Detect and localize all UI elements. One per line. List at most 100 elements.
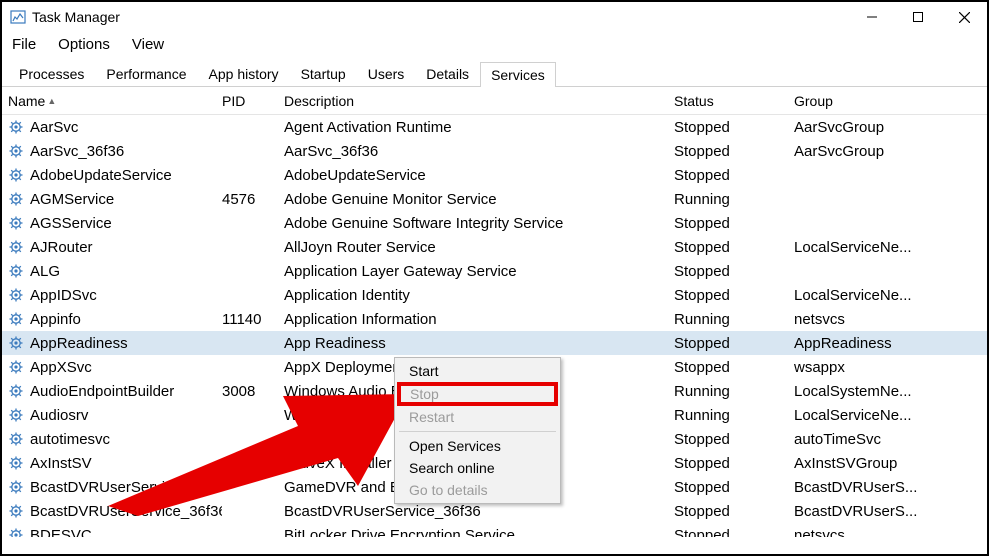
service-description: AdobeUpdateService bbox=[284, 167, 674, 184]
service-name: AarSvc_36f36 bbox=[30, 143, 124, 160]
app-icon bbox=[10, 9, 26, 25]
service-name: BcastDVRUserService bbox=[30, 479, 181, 496]
service-status: Stopped bbox=[674, 335, 794, 352]
service-pid: 11140 bbox=[222, 311, 284, 328]
service-row[interactable]: AJRouter AllJoyn Router ServiceStoppedLoc… bbox=[2, 235, 987, 259]
titlebar: Task Manager bbox=[2, 2, 987, 32]
service-name: AppReadiness bbox=[30, 335, 128, 352]
tab-processes[interactable]: Processes bbox=[8, 61, 95, 86]
service-gear-icon bbox=[8, 503, 24, 519]
service-status: Stopped bbox=[674, 479, 794, 496]
service-description: BitLocker Drive Encryption Service bbox=[284, 527, 674, 538]
service-gear-icon bbox=[8, 239, 24, 255]
menu-options[interactable]: Options bbox=[54, 34, 114, 55]
column-status[interactable]: Status bbox=[674, 93, 794, 109]
ctx-go-to-details[interactable]: Go to details bbox=[397, 479, 558, 501]
menu-file[interactable]: File bbox=[8, 34, 40, 55]
service-name: BcastDVRUserService_36f36 bbox=[30, 503, 222, 520]
column-pid[interactable]: PID bbox=[222, 93, 284, 109]
service-name: AGMService bbox=[30, 191, 114, 208]
ctx-search-online[interactable]: Search online bbox=[397, 457, 558, 479]
tab-details[interactable]: Details bbox=[415, 61, 480, 86]
menubar: File Options View bbox=[2, 32, 987, 61]
service-group: LocalServiceNe... bbox=[794, 407, 987, 424]
column-headers: Name▲ PID Description Status Group bbox=[2, 87, 987, 115]
service-row[interactable]: BDESVCBitLocker Drive Encryption Service… bbox=[2, 523, 987, 537]
service-name: AJRouter bbox=[30, 239, 93, 256]
service-pid: 4576 bbox=[222, 191, 284, 208]
service-gear-icon bbox=[8, 479, 24, 495]
menu-view[interactable]: View bbox=[128, 34, 168, 55]
service-row[interactable]: ALG Application Layer Gateway ServiceStop… bbox=[2, 259, 987, 283]
service-group: BcastDVRUserS... bbox=[794, 503, 987, 520]
service-description: AarSvc_36f36 bbox=[284, 143, 674, 160]
service-status: Stopped bbox=[674, 287, 794, 304]
service-status: Stopped bbox=[674, 215, 794, 232]
service-row[interactable]: AdobeUpdateServiceAdobeUpdateServiceStop… bbox=[2, 163, 987, 187]
service-gear-icon bbox=[8, 455, 24, 471]
service-gear-icon bbox=[8, 167, 24, 183]
service-gear-icon bbox=[8, 431, 24, 447]
service-name: AppXSvc bbox=[30, 359, 92, 376]
service-row[interactable]: AarSvc_36f36AarSvc_36f36StoppedAarSvcGro… bbox=[2, 139, 987, 163]
service-description: Application Information bbox=[284, 311, 674, 328]
maximize-button[interactable] bbox=[895, 2, 941, 32]
tab-startup[interactable]: Startup bbox=[290, 61, 357, 86]
tab-services[interactable]: Services bbox=[480, 62, 556, 87]
tab-performance[interactable]: Performance bbox=[95, 61, 197, 86]
service-status: Running bbox=[674, 383, 794, 400]
service-row[interactable]: AppReadinessApp ReadinessStoppedAppReadi… bbox=[2, 331, 987, 355]
column-name[interactable]: Name▲ bbox=[2, 93, 222, 109]
service-row[interactable]: AppIDSvcApplication IdentityStoppedLocal… bbox=[2, 283, 987, 307]
tab-users[interactable]: Users bbox=[357, 61, 416, 86]
separator bbox=[399, 431, 556, 432]
close-button[interactable] bbox=[941, 2, 987, 32]
service-group: LocalServiceNe... bbox=[794, 239, 987, 256]
service-gear-icon bbox=[8, 407, 24, 423]
tab-bar: ProcessesPerformanceApp historyStartupUs… bbox=[2, 61, 987, 87]
column-group[interactable]: Group bbox=[794, 93, 969, 109]
service-name: Appinfo bbox=[30, 311, 81, 328]
service-gear-icon bbox=[8, 119, 24, 135]
ctx-restart[interactable]: Restart bbox=[397, 406, 558, 428]
service-name: AGSService bbox=[30, 215, 112, 232]
service-gear-icon bbox=[8, 215, 24, 231]
service-group: autoTimeSvc bbox=[794, 431, 987, 448]
ctx-start[interactable]: Start bbox=[397, 360, 558, 382]
service-name: Audiosrv bbox=[30, 407, 88, 424]
service-status: Stopped bbox=[674, 359, 794, 376]
service-row[interactable]: AGSServiceAdobe Genuine Software Integri… bbox=[2, 211, 987, 235]
service-group: LocalServiceNe... bbox=[794, 287, 987, 304]
ctx-stop[interactable]: Stop bbox=[397, 382, 558, 406]
minimize-button[interactable] bbox=[849, 2, 895, 32]
service-name: autotimesvc bbox=[30, 431, 110, 448]
service-status: Stopped bbox=[674, 431, 794, 448]
column-description[interactable]: Description bbox=[284, 93, 674, 109]
service-group: BcastDVRUserS... bbox=[794, 479, 987, 496]
sort-indicator-icon: ▲ bbox=[47, 96, 56, 106]
ctx-open-services[interactable]: Open Services bbox=[397, 435, 558, 457]
window-controls bbox=[849, 2, 987, 32]
service-description: AllJoyn Router Service bbox=[284, 239, 674, 256]
service-group: AarSvcGroup bbox=[794, 143, 987, 160]
service-name: AudioEndpointBuilder bbox=[30, 383, 174, 400]
service-status: Stopped bbox=[674, 143, 794, 160]
service-description: Application Layer Gateway Service bbox=[284, 263, 674, 280]
service-status: Stopped bbox=[674, 263, 794, 280]
tab-app-history[interactable]: App history bbox=[198, 61, 290, 86]
service-name: AxInstSV bbox=[30, 455, 92, 472]
service-group: AppReadiness bbox=[794, 335, 987, 352]
service-row[interactable]: AarSvcAgent Activation RuntimeStoppedAar… bbox=[2, 115, 987, 139]
service-gear-icon bbox=[8, 335, 24, 351]
service-description: Adobe Genuine Monitor Service bbox=[284, 191, 674, 208]
service-gear-icon bbox=[8, 527, 24, 537]
service-description: Agent Activation Runtime bbox=[284, 119, 674, 136]
service-gear-icon bbox=[8, 191, 24, 207]
service-name: ALG bbox=[30, 263, 60, 280]
service-row[interactable]: AGMService 4576Adobe Genuine Monitor Serv… bbox=[2, 187, 987, 211]
service-status: Running bbox=[674, 191, 794, 208]
service-status: Stopped bbox=[674, 455, 794, 472]
service-status: Stopped bbox=[674, 239, 794, 256]
service-row[interactable]: Appinfo11140Application InformationRunni… bbox=[2, 307, 987, 331]
service-group: AarSvcGroup bbox=[794, 119, 987, 136]
